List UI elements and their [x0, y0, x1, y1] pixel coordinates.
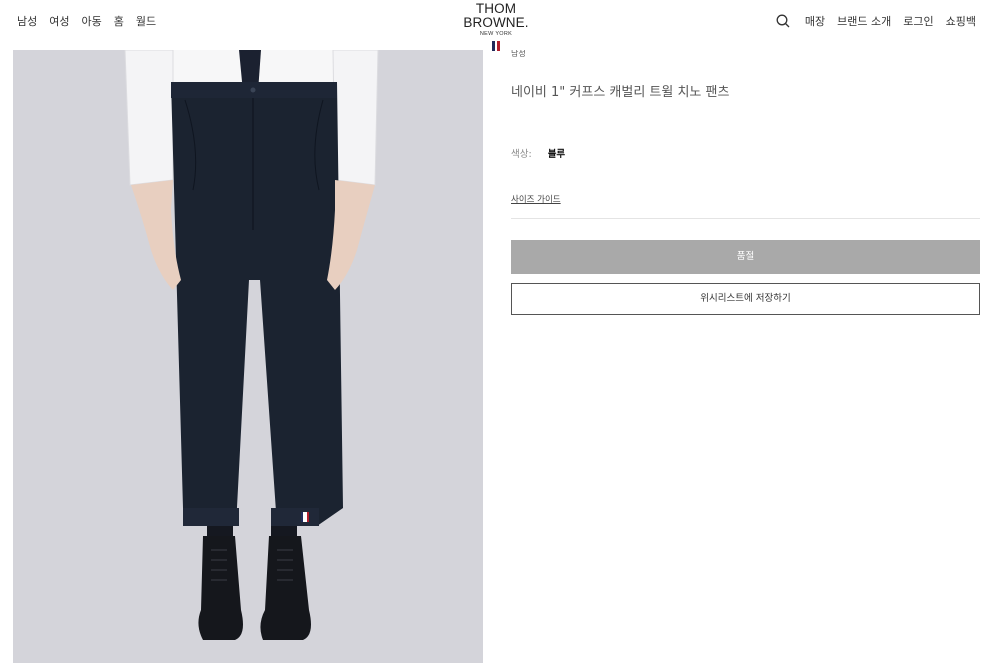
color-row: 색상: 블루 — [511, 146, 565, 160]
logo-wordmark: THOM BROWNE. — [463, 1, 529, 30]
divider — [511, 218, 980, 219]
product-photo — [13, 50, 483, 663]
search-icon[interactable] — [775, 13, 791, 29]
color-label: 색상: — [511, 149, 532, 160]
sold-out-button[interactable]: 품절 — [511, 240, 980, 274]
nav-men[interactable]: 남성 — [17, 13, 37, 29]
utility-nav: 매장 브랜드 소개 로그인 쇼핑백 — [775, 13, 976, 29]
nav-shopping-bag[interactable]: 쇼핑백 — [946, 13, 976, 29]
site-header: 남성 여성 아동 홈 월드 THOM BROWNE. NEW YORK 매장 브… — [0, 0, 1000, 51]
nav-home[interactable]: 홈 — [114, 13, 124, 29]
nav-world[interactable]: 월드 — [136, 13, 156, 29]
color-value: 블루 — [547, 149, 566, 160]
size-guide-link[interactable]: 사이즈 가이드 — [511, 193, 561, 205]
brand-logo[interactable]: THOM BROWNE. NEW YORK — [448, 2, 544, 51]
nav-kids[interactable]: 아동 — [82, 13, 102, 29]
nav-about-brand[interactable]: 브랜드 소개 — [837, 13, 891, 29]
product-title: 네이비 1" 커프스 캐벌리 트윌 치노 팬츠 — [511, 85, 730, 100]
tricolor-flag-icon — [448, 41, 544, 51]
save-to-wishlist-button[interactable]: 위시리스트에 저장하기 — [511, 283, 980, 315]
nav-stores[interactable]: 매장 — [805, 13, 825, 29]
product-image[interactable] — [13, 50, 483, 663]
logo-tagline: NEW YORK — [479, 31, 513, 37]
nav-women[interactable]: 여성 — [49, 13, 69, 29]
main-nav: 남성 여성 아동 홈 월드 — [17, 13, 156, 29]
nav-login[interactable]: 로그인 — [903, 13, 933, 29]
